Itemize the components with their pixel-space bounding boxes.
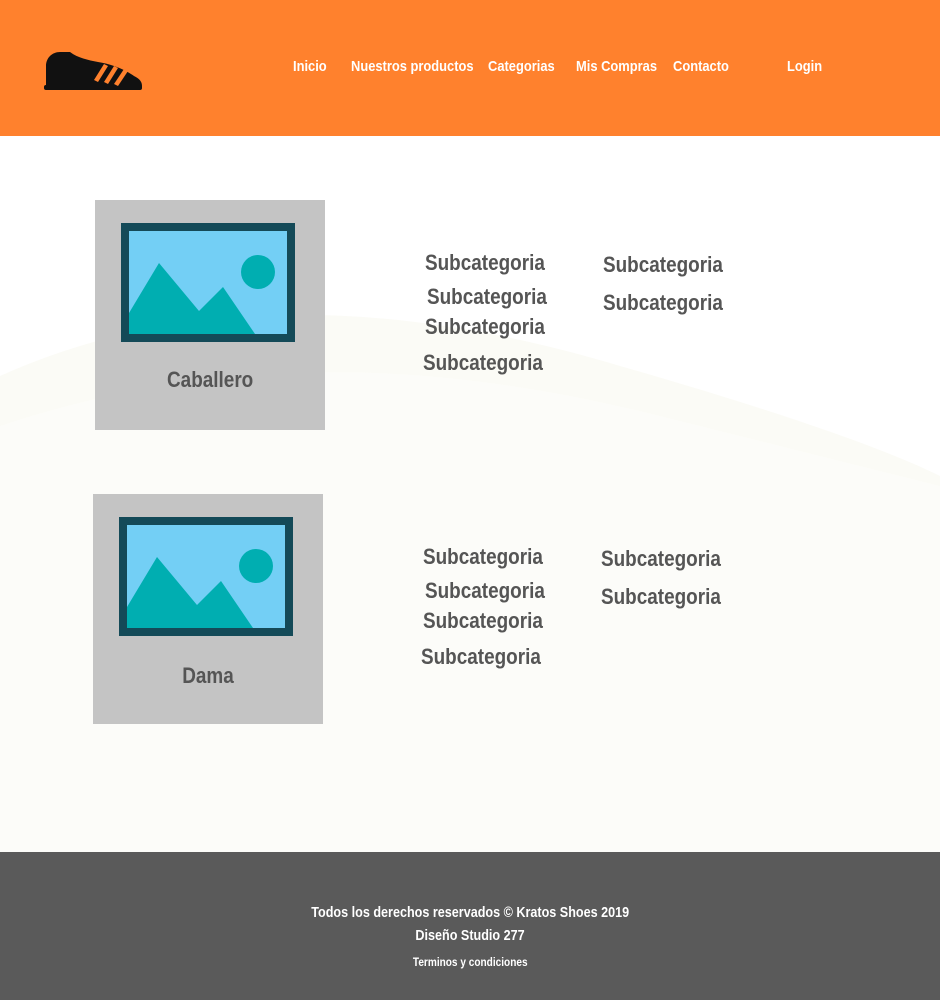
category-card-dama[interactable]: Dama bbox=[93, 494, 323, 724]
nav-login[interactable]: Login bbox=[787, 57, 828, 77]
footer-design-credit: Diseño Studio 277 bbox=[415, 927, 525, 944]
subcategory-link[interactable]: Subcategoria bbox=[427, 284, 566, 310]
nav-mis-compras[interactable]: Mis Compras bbox=[576, 57, 670, 77]
site-footer: Todos los derechos reservados © Kratos S… bbox=[0, 852, 940, 1000]
subcategory-link[interactable]: Subcategoria bbox=[603, 252, 742, 278]
subcategory-link[interactable]: Subcategoria bbox=[425, 578, 564, 604]
nav-contacto[interactable]: Contacto bbox=[673, 57, 738, 77]
subcategory-link[interactable]: Subcategoria bbox=[425, 314, 564, 340]
subcategory-link[interactable]: Subcategoria bbox=[601, 584, 740, 610]
subcategory-link[interactable]: Subcategoria bbox=[603, 290, 742, 316]
subcategory-link[interactable]: Subcategoria bbox=[601, 546, 740, 572]
sneaker-icon[interactable] bbox=[42, 44, 144, 92]
image-placeholder-icon bbox=[119, 517, 293, 636]
footer-copyright: Todos los derechos reservados © Kratos S… bbox=[311, 904, 629, 921]
subcategory-link[interactable]: Subcategoria bbox=[421, 644, 560, 670]
image-placeholder-icon bbox=[121, 223, 295, 342]
nav-categorias[interactable]: Categorias bbox=[488, 57, 566, 77]
category-title: Dama bbox=[182, 663, 234, 688]
nav-nuestros-productos[interactable]: Nuestros productos bbox=[351, 57, 494, 77]
footer-terms-link[interactable]: Terminos y condiciones bbox=[0, 955, 940, 969]
subcategory-link[interactable]: Subcategoria bbox=[423, 350, 562, 376]
subcategory-link[interactable]: Subcategoria bbox=[423, 608, 562, 634]
subcategory-link[interactable]: Subcategoria bbox=[423, 544, 562, 570]
subcategory-link[interactable]: Subcategoria bbox=[425, 250, 564, 276]
category-title: Caballero bbox=[166, 367, 254, 392]
category-card-caballero[interactable]: Caballero bbox=[95, 200, 325, 430]
site-header: Inicio Nuestros productos Categorias Mis… bbox=[0, 0, 940, 136]
nav-inicio[interactable]: Inicio bbox=[293, 57, 332, 77]
